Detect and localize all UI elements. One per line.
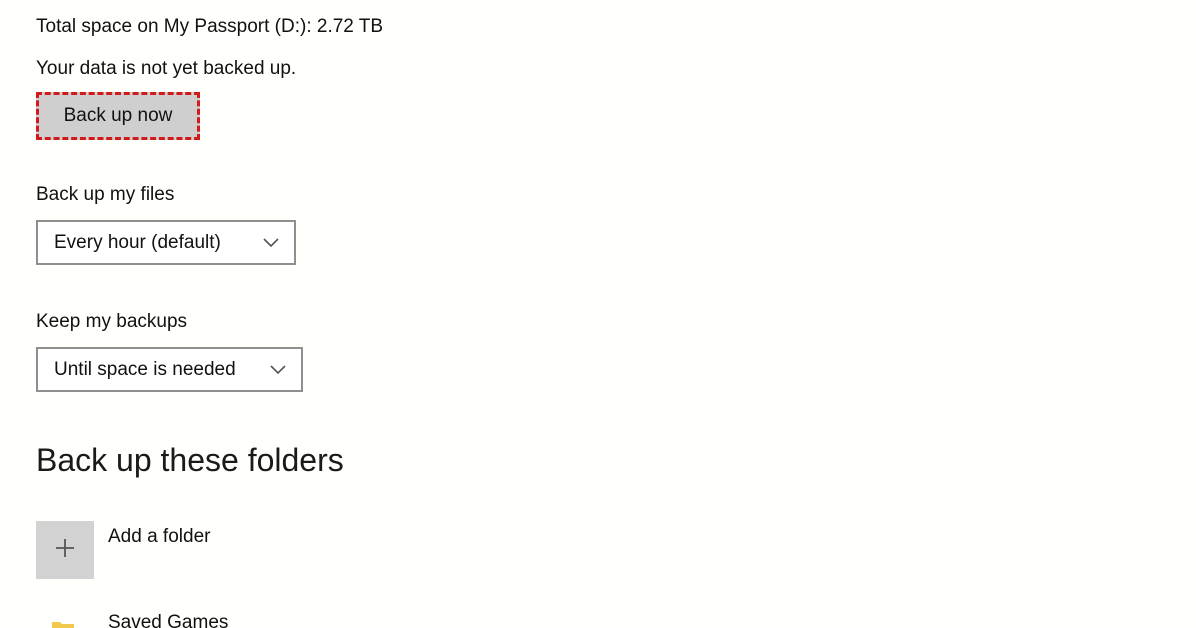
total-space-text: Total space on My Passport (D:): 2.72 TB — [36, 16, 384, 37]
plus-icon — [53, 536, 77, 565]
backup-status-text: Your data is not yet backed up. — [36, 58, 297, 79]
backup-frequency-label: Back up my files — [36, 184, 175, 205]
back-up-now-button[interactable]: Back up now — [36, 92, 200, 140]
chevron-down-icon — [262, 237, 280, 249]
backup-frequency-selected: Every hour (default) — [54, 231, 221, 253]
add-folder-button[interactable] — [36, 521, 94, 579]
backup-retention-label: Keep my backups — [36, 311, 188, 332]
folders-section-title: Back up these folders — [36, 442, 344, 478]
backup-retention-dropdown[interactable]: Until space is needed — [36, 347, 303, 392]
folder-list-item-label[interactable]: Saved Games — [108, 611, 228, 628]
backup-frequency-dropdown[interactable]: Every hour (default) — [36, 220, 296, 265]
add-folder-label[interactable]: Add a folder — [108, 525, 210, 549]
folder-icon — [52, 619, 74, 628]
file-history-settings-page: Total space on My Passport (D:): 2.72 TB… — [0, 0, 1196, 628]
backup-retention-selected: Until space is needed — [54, 358, 236, 380]
chevron-down-icon — [269, 364, 287, 376]
